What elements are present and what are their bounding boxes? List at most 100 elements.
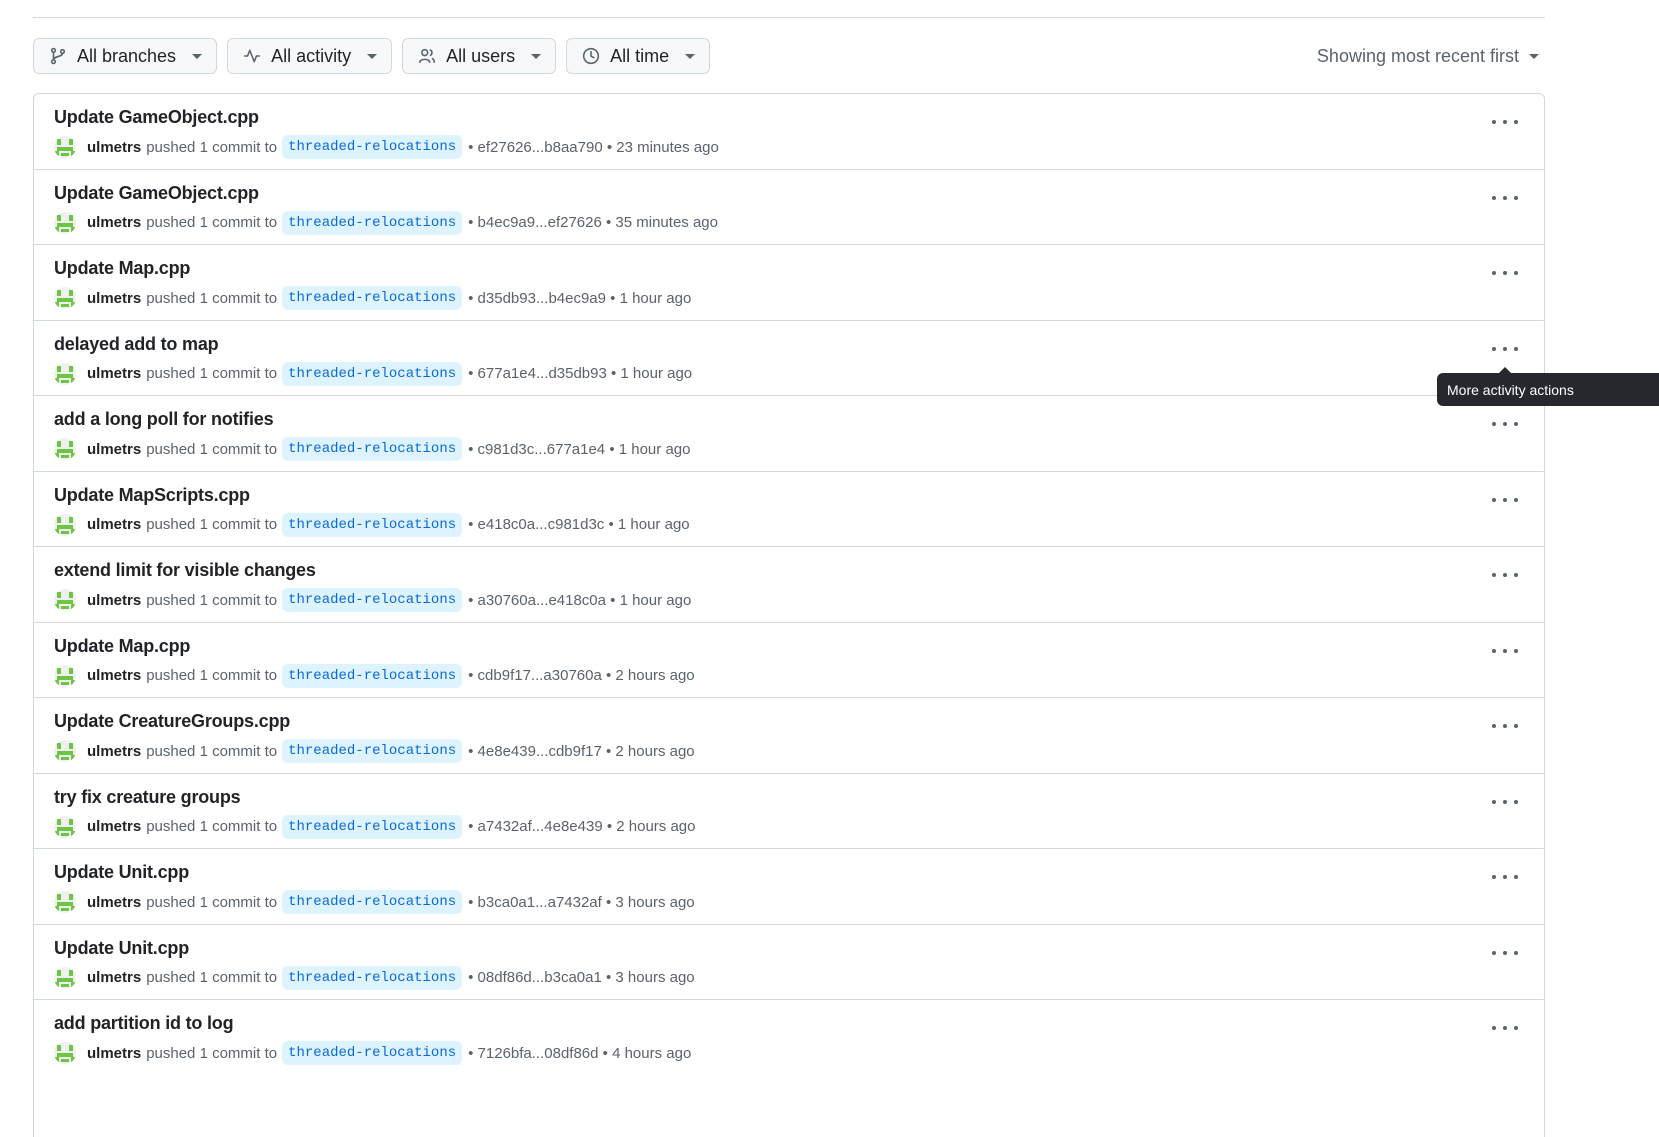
commit-range-time[interactable]: • c981d3c...677a1e4 • 1 hour ago — [468, 441, 690, 458]
avatar[interactable] — [54, 891, 76, 913]
username-link[interactable]: ulmetrs — [87, 592, 141, 609]
chevron-down-icon — [367, 53, 378, 59]
branch-label[interactable]: threaded-relocations — [282, 135, 463, 159]
username-link[interactable]: ulmetrs — [87, 441, 141, 458]
activity-filter-button[interactable]: All activity — [227, 38, 393, 74]
more-actions-button[interactable] — [1492, 490, 1518, 510]
kebab-dot-icon — [1503, 950, 1507, 955]
commit-range-time[interactable]: • a7432af...4e8e439 • 2 hours ago — [468, 818, 695, 835]
username-link[interactable]: ulmetrs — [87, 667, 141, 684]
commit-range-time[interactable]: • 08df86d...b3ca0a1 • 3 hours ago — [468, 969, 695, 986]
branch-label[interactable]: threaded-relocations — [282, 739, 463, 763]
username-link[interactable]: ulmetrs — [87, 894, 141, 911]
activity-title[interactable]: Update Map.cpp — [54, 258, 190, 279]
username-link[interactable]: ulmetrs — [87, 290, 141, 307]
kebab-dot-icon — [1514, 422, 1518, 426]
activity-title[interactable]: Update GameObject.cpp — [54, 183, 259, 204]
more-actions-button[interactable] — [1492, 414, 1518, 434]
commit-range-time[interactable]: • e418c0a...c981d3c • 1 hour ago — [468, 516, 690, 533]
sort-order-button[interactable]: Showing most recent first — [1317, 46, 1545, 67]
branch-label[interactable]: threaded-relocations — [282, 1041, 463, 1065]
activity-meta: ulmetrs pushed 1 commit to threaded-relo… — [54, 814, 695, 840]
username-link[interactable]: ulmetrs — [87, 365, 141, 382]
username-link[interactable]: ulmetrs — [87, 818, 141, 835]
avatar[interactable] — [54, 1042, 76, 1064]
avatar[interactable] — [54, 513, 76, 536]
activity-title[interactable]: Update GameObject.cpp — [54, 107, 259, 128]
push-action-text: pushed 1 commit to — [146, 516, 278, 533]
avatar[interactable] — [54, 664, 76, 687]
branch-label[interactable]: threaded-relocations — [282, 814, 463, 839]
activity-row: delayed add to map ulmetrs pushed 1 comm… — [34, 321, 1544, 396]
branch-label[interactable]: threaded-relocations — [282, 361, 463, 386]
more-actions-button[interactable] — [1492, 339, 1518, 359]
commit-range-time[interactable]: • ef27626...b8aa790 • 23 minutes ago — [468, 139, 719, 156]
time-filter-button[interactable]: All time — [566, 38, 711, 74]
activity-title[interactable]: add partition id to log — [54, 1013, 234, 1034]
more-actions-button[interactable] — [1492, 641, 1518, 661]
username-link[interactable]: ulmetrs — [87, 1045, 141, 1062]
kebab-dot-icon — [1514, 346, 1518, 351]
activity-title[interactable]: Update Unit.cpp — [54, 862, 189, 883]
avatar[interactable] — [54, 966, 76, 989]
avatar[interactable] — [54, 287, 76, 309]
avatar[interactable] — [54, 362, 76, 385]
clock-icon — [582, 47, 600, 65]
avatar[interactable] — [54, 815, 76, 838]
username-link[interactable]: ulmetrs — [87, 139, 141, 156]
kebab-dot-icon — [1503, 875, 1507, 879]
branch-label[interactable]: threaded-relocations — [282, 890, 463, 914]
commit-range-time[interactable]: • b3ca0a1...a7432af • 3 hours ago — [468, 894, 695, 911]
username-link[interactable]: ulmetrs — [87, 214, 141, 231]
branch-label[interactable]: threaded-relocations — [282, 588, 463, 612]
more-actions-button[interactable] — [1492, 188, 1518, 208]
avatar[interactable] — [54, 740, 76, 762]
more-actions-button[interactable] — [1492, 867, 1518, 887]
branch-label[interactable]: threaded-relocations — [282, 663, 463, 688]
commit-range-time[interactable]: • b4ec9a9...ef27626 • 35 minutes ago — [468, 214, 718, 231]
commit-range-time[interactable]: • cdb9f17...a30760a • 2 hours ago — [468, 667, 695, 684]
activity-title[interactable]: delayed add to map — [54, 334, 219, 355]
avatar[interactable] — [54, 136, 76, 158]
more-actions-button[interactable] — [1492, 112, 1518, 132]
branch-label[interactable]: threaded-relocations — [282, 210, 463, 235]
activity-title[interactable]: try fix creature groups — [54, 787, 241, 808]
branch-label[interactable]: threaded-relocations — [282, 512, 463, 537]
activity-title[interactable]: add a long poll for notifies — [54, 409, 274, 430]
more-actions-button[interactable] — [1492, 943, 1518, 963]
more-actions-button[interactable] — [1492, 716, 1518, 736]
activity-title[interactable]: extend limit for visible changes — [54, 560, 316, 581]
kebab-dot-icon — [1503, 422, 1507, 426]
avatar[interactable] — [54, 589, 76, 611]
branch-label[interactable]: threaded-relocations — [282, 965, 463, 990]
more-actions-button[interactable] — [1492, 263, 1518, 283]
username-link[interactable]: ulmetrs — [87, 516, 141, 533]
activity-row: try fix creature groups ulmetrs pushed 1… — [34, 774, 1544, 849]
activity-title[interactable]: Update CreatureGroups.cpp — [54, 711, 290, 732]
commit-range-time[interactable]: • 677a1e4...d35db93 • 1 hour ago — [468, 365, 692, 382]
activity-title[interactable]: Update Map.cpp — [54, 636, 190, 657]
users-filter-button[interactable]: All users — [402, 38, 557, 74]
commit-range-time[interactable]: • a30760a...e418c0a • 1 hour ago — [468, 592, 691, 609]
branch-label[interactable]: threaded-relocations — [282, 286, 463, 310]
chevron-down-icon — [1529, 53, 1539, 59]
username-link[interactable]: ulmetrs — [87, 969, 141, 986]
activity-title[interactable]: Update Unit.cpp — [54, 938, 189, 959]
commit-range-time[interactable]: • 4e8e439...cdb9f17 • 2 hours ago — [468, 743, 695, 760]
avatar[interactable] — [54, 211, 76, 234]
pulse-icon — [243, 47, 261, 65]
chevron-down-icon — [192, 53, 203, 59]
git-branch-icon — [49, 47, 67, 65]
more-actions-button[interactable] — [1492, 792, 1518, 812]
activity-row: Update Unit.cpp ulmetrs pushed 1 commit … — [34, 849, 1544, 925]
kebab-dot-icon — [1492, 799, 1496, 804]
branches-filter-button[interactable]: All branches — [33, 38, 218, 74]
avatar[interactable] — [54, 438, 76, 460]
more-actions-button[interactable] — [1492, 565, 1518, 585]
username-link[interactable]: ulmetrs — [87, 743, 141, 760]
commit-range-time[interactable]: • d35db93...b4ec9a9 • 1 hour ago — [468, 290, 691, 307]
branch-label[interactable]: threaded-relocations — [282, 437, 463, 461]
activity-title[interactable]: Update MapScripts.cpp — [54, 485, 250, 506]
commit-range-time[interactable]: • 7126bfa...08df86d • 4 hours ago — [468, 1045, 691, 1062]
more-actions-button[interactable] — [1492, 1018, 1518, 1038]
